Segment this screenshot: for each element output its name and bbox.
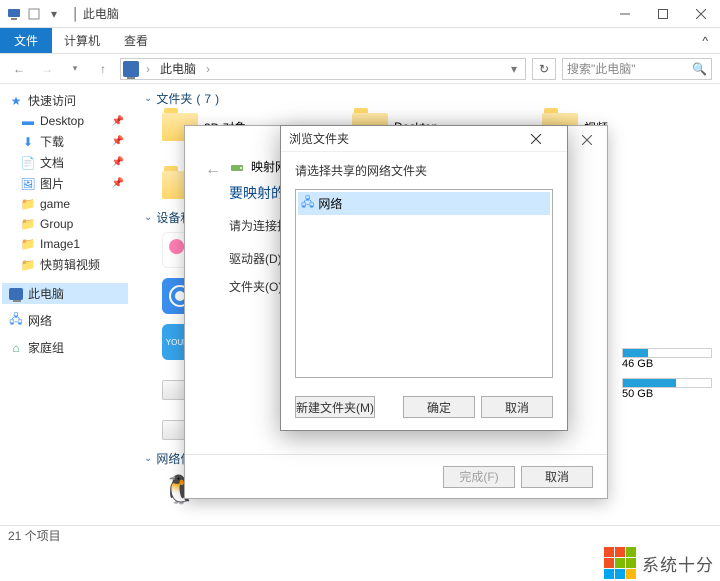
drive-free-label: 50 GB xyxy=(622,388,712,400)
sidebar-homegroup[interactable]: ⌂家庭组 xyxy=(2,337,128,358)
sidebar-item-pictures[interactable]: 🖼图片📌 xyxy=(2,173,128,194)
drive-free-label: 46 GB xyxy=(622,358,712,370)
sidebar-item-kuaijian[interactable]: 📁快剪辑视频 xyxy=(2,254,128,275)
ms-logo-icon xyxy=(604,547,636,579)
properties-icon[interactable] xyxy=(26,6,42,22)
browse-footer: 新建文件夹(M) 确定 取消 xyxy=(281,388,567,430)
folder-label: 文件夹(O): xyxy=(229,278,287,295)
address-bar[interactable]: › 此电脑 › ▾ xyxy=(120,58,526,80)
folder-icon: 📁 xyxy=(20,236,36,252)
cancel-button[interactable]: 取消 xyxy=(521,466,593,488)
drive-icon xyxy=(229,159,245,175)
crumb-thispc[interactable]: 此电脑 xyxy=(157,60,199,77)
sidebar-item-documents[interactable]: 📄文档📌 xyxy=(2,152,128,173)
up-button[interactable]: ↑ xyxy=(92,58,114,80)
crumb-chevron-icon[interactable]: › xyxy=(203,62,213,76)
browse-title: 浏览文件夹 xyxy=(289,130,531,147)
folder-icon: 📁 xyxy=(20,216,36,232)
sidebar-item-image1[interactable]: 📁Image1 xyxy=(2,234,128,254)
search-placeholder: 搜索"此电脑" xyxy=(567,60,636,77)
sidebar-item-group[interactable]: 📁Group xyxy=(2,214,128,234)
drive-label: 驱动器(D): xyxy=(229,250,287,267)
ribbon: 文件 计算机 查看 ^ xyxy=(0,28,720,54)
sidebar-item-downloads[interactable]: ⬇下载📌 xyxy=(2,131,128,152)
refresh-button[interactable]: ↻ xyxy=(532,58,556,80)
pc-icon xyxy=(6,6,22,22)
ribbon-expand-icon[interactable]: ^ xyxy=(690,28,720,53)
chevron-down-icon: ⌄ xyxy=(144,453,152,464)
pin-icon: 📌 xyxy=(112,136,124,147)
browse-folder-dialog: 浏览文件夹 请选择共享的网络文件夹 🖧 网络 新建文件夹(M) 确定 取消 xyxy=(280,125,568,431)
section-header-folders[interactable]: ⌄文件夹 (7) xyxy=(144,90,706,107)
sidebar-item-desktop[interactable]: ▬Desktop📌 xyxy=(2,111,128,131)
file-tab[interactable]: 文件 xyxy=(0,28,52,53)
star-icon: ★ xyxy=(8,93,24,109)
search-icon: 🔍 xyxy=(692,62,707,76)
tree-item-label: 网络 xyxy=(318,195,342,212)
network-icon: 🖧 xyxy=(8,313,24,329)
desktop-icon: ▬ xyxy=(20,113,36,129)
titlebar: ▾ │ 此电脑 xyxy=(0,0,720,28)
watermark: 系统十分 xyxy=(604,547,714,579)
crumb-chevron-icon[interactable]: › xyxy=(143,62,153,76)
wizard-back-button[interactable]: ← xyxy=(205,161,221,454)
drive-info-1: 46 GB xyxy=(622,346,712,370)
finish-button[interactable]: 完成(F) xyxy=(443,466,515,488)
sidebar-quickaccess[interactable]: ★快速访问 xyxy=(2,90,128,111)
folder-tree[interactable]: 🖧 网络 xyxy=(295,189,553,378)
browse-prompt: 请选择共享的网络文件夹 xyxy=(295,162,553,179)
tree-item-network[interactable]: 🖧 网络 xyxy=(298,192,550,215)
nav-sidebar: ★快速访问 ▬Desktop📌 ⬇下载📌 📄文档📌 🖼图片📌 📁game 📁Gr… xyxy=(0,84,130,525)
pin-icon: 📌 xyxy=(112,157,124,168)
wizard-close-button[interactable] xyxy=(571,128,603,152)
chevron-down-icon: ⌄ xyxy=(144,212,152,223)
browse-titlebar: 浏览文件夹 xyxy=(281,126,567,152)
item-count: 21 个项目 xyxy=(8,527,61,544)
maximize-button[interactable] xyxy=(644,0,682,28)
drive-usage-bar xyxy=(622,378,712,388)
sidebar-network[interactable]: 🖧网络 xyxy=(2,310,128,331)
wizard-footer: 完成(F) 取消 xyxy=(185,454,607,498)
close-button[interactable] xyxy=(682,0,720,28)
chevron-down-icon: ⌄ xyxy=(144,93,152,104)
drive-info-2: 50 GB xyxy=(622,376,712,400)
folder-icon: 📁 xyxy=(20,257,36,273)
recent-dropdown[interactable]: ▾ xyxy=(64,58,86,80)
new-folder-button[interactable]: 新建文件夹(M) xyxy=(295,396,375,418)
doc-icon: 📄 xyxy=(20,155,36,171)
sidebar-item-game[interactable]: 📁game xyxy=(2,194,128,214)
folder-icon: 📁 xyxy=(20,196,36,212)
watermark-text: 系统十分 xyxy=(642,551,714,576)
download-icon: ⬇ xyxy=(20,134,36,150)
tab-view[interactable]: 查看 xyxy=(112,28,160,53)
search-input[interactable]: 搜索"此电脑" 🔍 xyxy=(562,58,712,80)
network-icon: 🖧 xyxy=(301,193,314,214)
forward-button[interactable]: → xyxy=(36,58,58,80)
window-title: │ 此电脑 xyxy=(72,5,119,22)
quick-access-toolbar: ▾ xyxy=(6,6,62,22)
picture-icon: 🖼 xyxy=(20,176,36,192)
tab-computer[interactable]: 计算机 xyxy=(52,28,112,53)
ok-button[interactable]: 确定 xyxy=(403,396,475,418)
minimize-button[interactable] xyxy=(606,0,644,28)
cancel-button[interactable]: 取消 xyxy=(481,396,553,418)
navigation-row: ← → ▾ ↑ › 此电脑 › ▾ ↻ 搜索"此电脑" 🔍 xyxy=(0,54,720,84)
window-controls xyxy=(606,0,720,28)
browse-close-button[interactable] xyxy=(531,134,559,144)
pin-icon: 📌 xyxy=(112,116,124,127)
sidebar-thispc[interactable]: 此电脑 xyxy=(2,283,128,304)
status-bar: 21 个项目 xyxy=(0,525,720,545)
homegroup-icon: ⌂ xyxy=(8,340,24,356)
pc-icon xyxy=(123,61,139,77)
back-button[interactable]: ← xyxy=(8,58,30,80)
pc-icon xyxy=(8,286,24,302)
address-dropdown-icon[interactable]: ▾ xyxy=(505,62,523,76)
qat-dropdown-icon[interactable]: ▾ xyxy=(46,6,62,22)
drive-usage-bar xyxy=(622,348,712,358)
pin-icon: 📌 xyxy=(112,178,124,189)
